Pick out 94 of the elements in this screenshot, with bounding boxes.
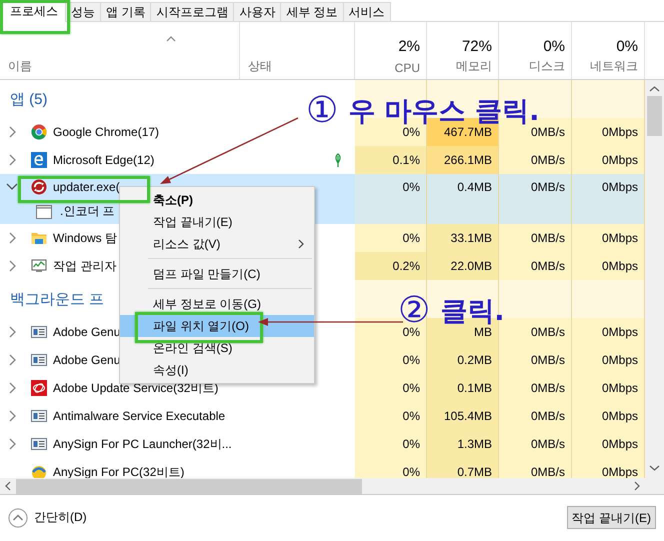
- table-cell: 0Mbps: [572, 252, 645, 280]
- table-cell: 0Mbps: [572, 402, 645, 430]
- column-header[interactable]: 디스크: [529, 58, 565, 75]
- menu-item[interactable]: 속성(I): [120, 359, 314, 381]
- table-cell: 266.1MB: [427, 146, 499, 174]
- service-icon: [31, 436, 47, 452]
- tab[interactable]: 앱 기록: [100, 2, 152, 21]
- column-header[interactable]: CPU: [394, 61, 420, 75]
- column-total: 72%: [462, 38, 492, 55]
- table-cell: 0MB/s: [499, 402, 572, 430]
- table-cell: 0MB/s: [499, 374, 572, 402]
- highlight-frame: [0, 0, 70, 34]
- process-name: Google Chrome(17): [53, 125, 160, 139]
- table-cell: 0%: [355, 402, 427, 430]
- process-name: Windows 탐: [53, 230, 118, 246]
- table-cell: 0MB/s: [499, 346, 572, 374]
- table-cell: 0.1%: [355, 146, 427, 174]
- table-cell: [427, 199, 499, 224]
- browser-icon: [31, 152, 47, 168]
- table-cell: 0.1MB: [427, 374, 499, 402]
- column-total: 0%: [616, 38, 638, 55]
- group-header: 앱 (5): [9, 90, 48, 108]
- table-cell: 0MB/s: [499, 224, 572, 252]
- service-icon: [31, 408, 47, 424]
- table-cell: 0%: [355, 346, 427, 374]
- table-cell: 0Mbps: [572, 174, 645, 199]
- monitor-icon: [31, 258, 47, 274]
- process-name: Antimalware Service Executable: [53, 409, 226, 423]
- process-name: AnySign For PC(32비트): [53, 464, 184, 478]
- end-task-button[interactable]: 작업 끝내기(E): [566, 506, 656, 529]
- sort-caret-icon: [166, 36, 176, 42]
- column-header[interactable]: 상태: [248, 58, 272, 75]
- fewer-details-link[interactable]: 간단히(D): [34, 509, 87, 526]
- table-cell: 0MB/s: [499, 174, 572, 199]
- table-cell: 0%: [355, 374, 427, 402]
- column-header[interactable]: 메모리: [456, 58, 492, 75]
- table-cell: 0MB/s: [499, 252, 572, 280]
- menu-item[interactable]: 세부 정보로 이동(G): [120, 293, 314, 315]
- tab[interactable]: 세부 정보: [280, 2, 344, 21]
- group-header: 백그라운드 프: [9, 290, 104, 308]
- table-cell: 0MB/s: [499, 146, 572, 174]
- process-name: AnySign For PC Launcher(32비...: [53, 436, 232, 452]
- refresh-icon: [31, 178, 47, 194]
- table-cell: 0%: [355, 174, 427, 199]
- tab[interactable]: 시작프로그램: [150, 2, 234, 21]
- table-cell: 0%: [355, 430, 427, 458]
- column-header[interactable]: 네트워크: [590, 58, 638, 75]
- chrome-icon: [31, 124, 47, 140]
- menu-item[interactable]: 덤프 파일 만들기(C): [120, 263, 314, 285]
- table-cell: 0Mbps: [572, 224, 645, 252]
- table-cell: 0MB/s: [499, 430, 572, 458]
- folder-icon: [31, 230, 47, 246]
- column-total: 0%: [543, 38, 565, 55]
- table-cell: 1.3MB: [427, 430, 499, 458]
- table-cell: 0MB/s: [499, 458, 572, 478]
- process-name: .인코더 프: [60, 203, 115, 220]
- process-name: Adobe Genu: [53, 353, 120, 367]
- menu-item[interactable]: 리소스 값(V): [120, 233, 314, 255]
- tab[interactable]: 서비스: [342, 2, 391, 21]
- scrollbar-thumb[interactable]: [16, 478, 362, 494]
- service-icon: [31, 324, 47, 340]
- process-name: Microsoft Edge(12): [53, 153, 154, 167]
- menu-item[interactable]: 파일 위치 열기(O): [120, 315, 314, 337]
- table-cell: 0%: [355, 224, 427, 252]
- annotation-number: ①: [306, 90, 338, 131]
- table-cell: 0Mbps: [572, 374, 645, 402]
- scrollbar-thumb[interactable]: [647, 96, 662, 136]
- table-cell: 105.4MB: [427, 402, 499, 430]
- scroll-left-icon: [5, 481, 11, 491]
- column-header[interactable]: 이름: [8, 58, 32, 75]
- table-cell: 0.2%: [355, 252, 427, 280]
- process-name: Adobe Genu: [53, 325, 120, 339]
- process-name: 작업 관리자: [53, 258, 116, 274]
- process-name: updater.exe(: [53, 180, 120, 194]
- collapse-icon: [8, 508, 28, 528]
- table-cell: 0.7MB: [427, 458, 499, 478]
- menu-item[interactable]: 온라인 검색(S): [120, 337, 314, 359]
- table-cell: 0%: [355, 458, 427, 478]
- window-icon: [36, 204, 52, 220]
- table-cell: 0Mbps: [572, 430, 645, 458]
- table-cell: [355, 199, 427, 224]
- table-cell: 0.4MB: [427, 174, 499, 199]
- tab[interactable]: 사용자: [233, 2, 282, 21]
- table-cell: 0Mbps: [572, 346, 645, 374]
- process-name: Adobe Update Service(32비트): [53, 380, 218, 396]
- table-cell: 33.1MB: [427, 224, 499, 252]
- scroll-right-icon: [634, 481, 640, 491]
- column-total: 2%: [398, 38, 420, 55]
- table-cell: 0.2MB: [427, 346, 499, 374]
- table-cell: 22.0MB: [427, 252, 499, 280]
- table-cell: 0Mbps: [572, 118, 645, 146]
- table-cell: 0Mbps: [572, 146, 645, 174]
- service-icon: [31, 352, 47, 368]
- table-cell: 0Mbps: [572, 318, 645, 346]
